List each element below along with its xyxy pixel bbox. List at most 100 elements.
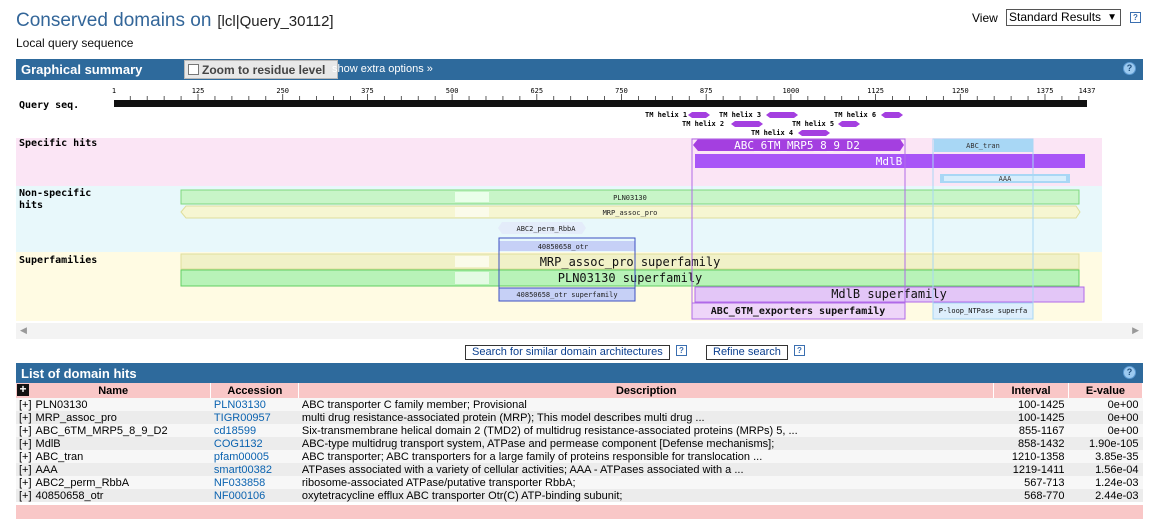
scroll-left-icon[interactable]: ◀ xyxy=(20,325,27,336)
expand-row-toggle[interactable]: [+] xyxy=(19,451,32,463)
help-icon[interactable]: ? xyxy=(794,345,805,356)
graphic-scrollbar[interactable]: ◀ ▶ xyxy=(16,323,1143,339)
expand-row-toggle[interactable]: [+] xyxy=(19,477,32,489)
sf-mdlb-label: MdlB superfamily xyxy=(831,287,947,301)
interval-cell: 568-770 xyxy=(993,489,1069,502)
evalue-cell: 2.44e-03 xyxy=(1068,489,1143,502)
tm-helix-6-label: TM helix 6 xyxy=(834,111,876,119)
mrp-assoc-label: MRP_assoc_pro xyxy=(603,209,658,217)
graphical-summary-title: Graphical summary xyxy=(21,62,143,77)
evalue-cell: 1.56e-04 xyxy=(1068,463,1143,476)
specific-hits-label: Specific hits xyxy=(19,138,98,149)
hit-name: ABC2_perm_RbbA xyxy=(35,476,130,489)
graphical-summary-bar: Graphical summary Zoom to residue level … xyxy=(16,59,1143,80)
column-header-accession: Accession xyxy=(210,383,300,398)
expand-row-toggle[interactable]: [+] xyxy=(19,425,32,437)
expand-row-toggle[interactable]: [+] xyxy=(19,399,32,411)
sf-mrp-label: MRP_assoc_pro superfamily xyxy=(540,255,721,269)
expand-row-toggle[interactable]: [+] xyxy=(19,490,32,502)
table-row[interactable]: [+] PLN03130 PLN03130 ABC transporter C fam… xyxy=(16,398,1143,411)
zoom-checkbox[interactable] xyxy=(188,64,199,75)
tm-helix-2-label: TM helix 2 xyxy=(682,120,724,128)
help-icon[interactable]: ? xyxy=(676,345,687,356)
abc6tm-label: ABC_6TM_MRP5_8_9_D2 xyxy=(734,139,860,152)
extra-options-link[interactable]: show extra options » xyxy=(332,63,433,75)
otr-label: 40850658_otr xyxy=(538,243,589,251)
help-icon[interactable]: ? xyxy=(1123,366,1136,379)
ruler: 1 125 250 375 500 625 750 875 1000 1125 1250 1375 14… xyxy=(112,87,1095,100)
table-row[interactable]: [+] ABC_6TM_MRP5_8_9_D2 cd18599 Six-transme… xyxy=(16,424,1143,437)
refine-search-button[interactable]: Refine search xyxy=(706,345,788,360)
column-header-name: + Name xyxy=(16,383,212,398)
accession-link[interactable]: NF033858 xyxy=(210,476,299,489)
evalue-cell: 0e+00 xyxy=(1068,424,1143,437)
query-seq-label: Query seq. xyxy=(19,100,80,111)
scroll-right-icon[interactable]: ▶ xyxy=(1132,325,1139,336)
table-row[interactable]: [+] MdlB COG1132 ABC-type multidrug transpo… xyxy=(16,437,1143,450)
tm-helices: TM helix 1 TM helix 2 TM helix 3 TM heli… xyxy=(645,111,903,137)
tm-helix-3-arrow xyxy=(766,112,798,118)
search-similar-button[interactable]: Search for similar domain architectures xyxy=(465,345,670,360)
description-cell: Six-transmembrane helical domain 2 (TMD2… xyxy=(298,424,994,437)
view-select[interactable]: Standard Results ▼ xyxy=(1006,9,1121,26)
expand-row-toggle[interactable]: [+] xyxy=(19,412,32,424)
column-header-interval: Interval xyxy=(993,383,1069,398)
column-header-description: Description xyxy=(298,383,995,398)
tm-helix-3-label: TM helix 3 xyxy=(719,111,761,119)
help-icon[interactable]: ? xyxy=(1130,12,1141,23)
expand-row-toggle[interactable]: [+] xyxy=(19,464,32,476)
interval-cell: 1219-1411 xyxy=(993,463,1069,476)
hit-name: AAA xyxy=(35,463,58,476)
ruler-label: 1000 xyxy=(782,87,799,95)
accession-link[interactable]: pfam00005 xyxy=(210,450,299,463)
table-row[interactable]: [+] ABC2_perm_RbbA NF033858 ribosome-associ… xyxy=(16,476,1143,489)
mrp-assoc-gap xyxy=(455,207,489,217)
interval-cell: 567-713 xyxy=(993,476,1069,489)
abc-tran-label: ABC_tran xyxy=(966,142,1000,150)
description-cell: ribosome-associated ATPase/putative tran… xyxy=(298,476,994,489)
name-cell: [+] MdlB xyxy=(16,437,211,450)
ruler-label: 1250 xyxy=(952,87,969,95)
expand-all-icon[interactable]: + xyxy=(17,383,29,396)
tm-helix-1-arrow xyxy=(688,112,710,118)
table-row[interactable]: [+] ABC_tran pfam00005 ABC transporter; ABC… xyxy=(16,450,1143,463)
interval-cell: 1210-1358 xyxy=(993,450,1069,463)
zoom-toggle[interactable]: Zoom to residue level xyxy=(184,60,338,79)
hit-name: ABC_tran xyxy=(35,450,84,463)
tm-helix-4-label: TM helix 4 xyxy=(751,129,793,137)
page-title-text: Conserved domains on xyxy=(16,10,212,31)
nonspecific-hits-label-2: hits xyxy=(19,200,44,211)
accession-link[interactable]: NF000106 xyxy=(210,489,299,502)
description-cell: ATPases associated with a variety of cel… xyxy=(298,463,994,476)
table-row[interactable]: [+] AAA smart00382 ATPases associated with … xyxy=(16,463,1143,476)
evalue-cell: 3.85e-35 xyxy=(1068,450,1143,463)
description-cell: multi drug resistance-associated protein… xyxy=(298,411,994,424)
accession-link[interactable]: TIGR00957 xyxy=(210,411,299,424)
accession-link[interactable]: COG1132 xyxy=(210,437,299,450)
tm-helix-1-label: TM helix 1 xyxy=(645,111,687,119)
name-cell: [+] MRP_assoc_pro xyxy=(16,411,211,424)
table-row[interactable]: [+] 40850658_otr NF000106 oxytetracycline e… xyxy=(16,489,1143,502)
sf-pln-label: PLN03130 superfamily xyxy=(558,271,703,285)
ruler-label: 375 xyxy=(361,87,374,95)
hit-name: MdlB xyxy=(35,437,61,450)
table-row[interactable]: [+] MRP_assoc_pro TIGR00957 multi drug resi… xyxy=(16,411,1143,424)
tm-helix-4-arrow xyxy=(798,130,830,136)
ruler-label: 1 xyxy=(112,87,116,95)
expand-row-toggle[interactable]: [+] xyxy=(19,438,32,450)
description-cell: ABC-type multidrug transport system, ATP… xyxy=(298,437,994,450)
name-cell: [+] AAA xyxy=(16,463,211,476)
name-cell: [+] PLN03130 xyxy=(16,398,211,411)
accession-link[interactable]: PLN03130 xyxy=(210,398,299,411)
table-footer xyxy=(16,505,1143,519)
help-icon[interactable]: ? xyxy=(1123,62,1136,75)
mdlb-label: MdlB xyxy=(876,155,903,168)
accession-link[interactable]: cd18599 xyxy=(210,424,299,437)
accession-link[interactable]: smart00382 xyxy=(210,463,299,476)
hit-name: PLN03130 xyxy=(35,398,88,411)
evalue-cell: 1.24e-03 xyxy=(1068,476,1143,489)
table-header-row: + Name Accession Description Interval E-… xyxy=(16,383,1143,398)
hit-name: MRP_assoc_pro xyxy=(35,411,117,424)
ruler-label: 1375 xyxy=(1037,87,1054,95)
ruler-label: 125 xyxy=(192,87,205,95)
